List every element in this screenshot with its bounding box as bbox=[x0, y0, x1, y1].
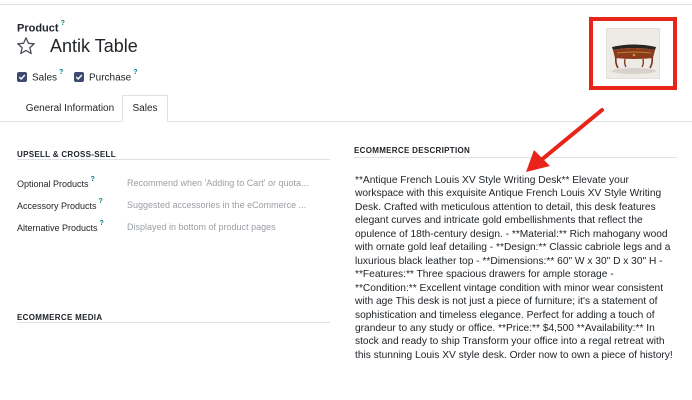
ecommerce-media-title: ECOMMERCE MEDIA bbox=[17, 313, 103, 322]
accessory-products-input[interactable]: Suggested accessories in the eCommerce .… bbox=[127, 200, 306, 210]
purchase-checkbox[interactable] bbox=[74, 72, 84, 83]
sales-checkbox-row[interactable]: Sales? bbox=[17, 69, 64, 84]
tab-general-information[interactable]: General Information bbox=[17, 95, 123, 122]
alternative-products-label: Alternative Products? bbox=[17, 220, 104, 233]
help-icon[interactable]: ? bbox=[99, 198, 103, 205]
product-name[interactable]: Antik Table bbox=[50, 36, 138, 57]
ecommerce-description-text[interactable]: **Antique French Louis XV Style Writing … bbox=[355, 174, 677, 362]
alternative-products-input[interactable]: Displayed in bottom of product pages bbox=[127, 222, 276, 232]
check-icon bbox=[75, 74, 83, 81]
star-icon[interactable] bbox=[16, 36, 36, 56]
optional-products-label: Optional Products? bbox=[17, 176, 95, 189]
sales-label: Sales? bbox=[32, 69, 64, 84]
help-icon[interactable]: ? bbox=[59, 69, 63, 76]
help-icon[interactable]: ? bbox=[133, 69, 137, 76]
upsell-section-rule bbox=[17, 159, 330, 160]
product-field-label: Product? bbox=[17, 20, 65, 35]
optional-products-input[interactable]: Recommend when 'Adding to Cart' or quota… bbox=[127, 178, 309, 188]
accessory-products-label: Accessory Products? bbox=[17, 198, 103, 211]
product-form: Product? Antik Table Sales? Purchase? Ge… bbox=[0, 0, 692, 400]
ecommerce-description-rule bbox=[354, 157, 677, 158]
help-icon[interactable]: ? bbox=[91, 176, 95, 183]
help-icon[interactable]: ? bbox=[61, 20, 65, 27]
upsell-section-title: UPSELL & CROSS-SELL bbox=[17, 150, 116, 159]
check-icon bbox=[18, 74, 26, 81]
ecommerce-description-title: ECOMMERCE DESCRIPTION bbox=[354, 146, 471, 155]
ecommerce-media-rule bbox=[17, 322, 330, 323]
form-tabs: General Information Sales bbox=[0, 95, 692, 122]
purchase-label: Purchase? bbox=[89, 69, 138, 84]
product-image-highlight bbox=[589, 17, 677, 90]
desk-image-icon bbox=[607, 29, 659, 78]
product-image[interactable] bbox=[606, 28, 660, 79]
purchase-checkbox-row[interactable]: Purchase? bbox=[74, 69, 138, 84]
top-divider bbox=[0, 4, 692, 5]
tab-sales[interactable]: Sales bbox=[122, 95, 168, 122]
sales-checkbox[interactable] bbox=[17, 72, 27, 83]
help-icon[interactable]: ? bbox=[100, 220, 104, 227]
